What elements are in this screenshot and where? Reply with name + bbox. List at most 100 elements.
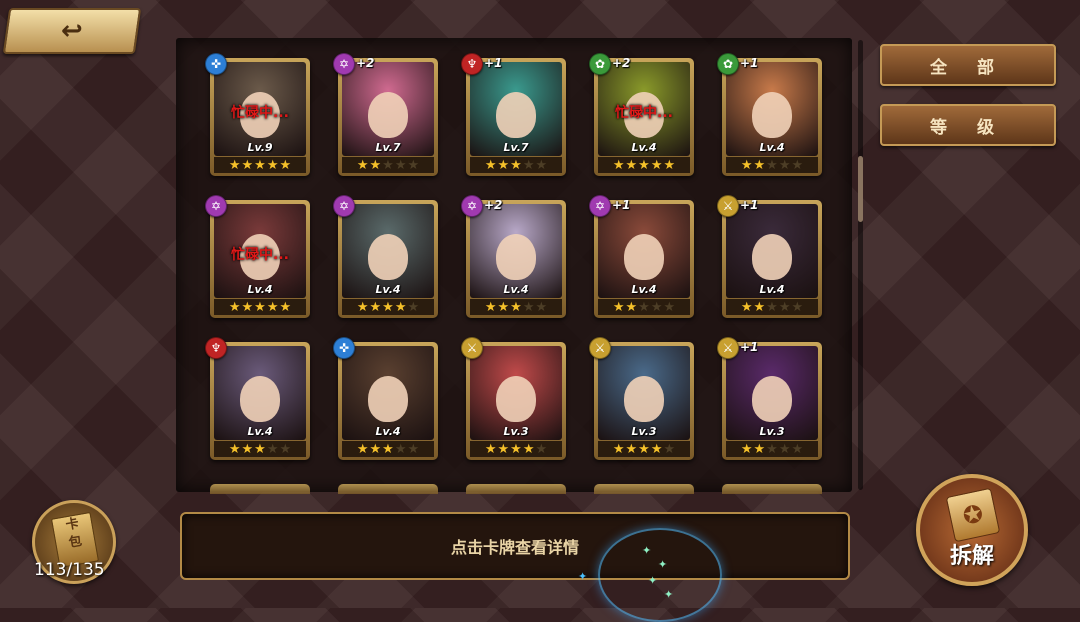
star-icon: ★: [740, 157, 753, 173]
star-icon: ★: [740, 299, 753, 315]
star-icon: ★: [510, 299, 522, 315]
hero-level: Lv.4: [503, 283, 529, 296]
hero-card-partial[interactable]: [338, 484, 438, 494]
flame-icon: ♆: [205, 337, 227, 359]
star-icon: ★: [279, 299, 292, 315]
hero-level: Lv.3: [503, 425, 529, 438]
star-icon: ★: [266, 299, 279, 315]
hero-level: Lv.4: [759, 141, 785, 154]
hero-face: [368, 234, 408, 280]
card-grid-scrollbar[interactable]: [858, 40, 863, 490]
star-icon: ★: [766, 441, 778, 457]
dismantle-cards-icon: ✪: [945, 487, 1001, 543]
card-grid-panel[interactable]: 忙碌中... Lv.9 ★ ★ ★ ★ ★ ✜ Lv.7 ★ ★ ★ ★ ★ ✡ +2 Lv.7 ★ ★ ★ ★ ★ ♆ +1…: [176, 38, 852, 492]
star-icon: ★: [778, 157, 791, 173]
hero-card[interactable]: 忙碌中... Lv.9 ★ ★ ★ ★ ★ ✜: [205, 53, 310, 176]
hero-card[interactable]: Lv.3 ★ ★ ★ ★ ★ ⚔: [589, 337, 694, 460]
hero-portrait: Lv.4: [726, 62, 818, 156]
enhance-level: +2: [612, 56, 631, 70]
hint-text: 点击卡牌查看详情: [450, 538, 579, 557]
hero-card[interactable]: 忙碌中... Lv.4 ★ ★ ★ ★ ★ ✿ +2: [589, 53, 694, 176]
star-icon: ★: [228, 441, 241, 457]
star-icon: ★: [394, 299, 407, 315]
star-icon: ★: [625, 441, 638, 457]
hero-card[interactable]: Lv.4 ★ ★ ★ ★ ★ ✡: [333, 195, 438, 318]
star-icon: ★: [484, 441, 497, 457]
star-icon: ★: [535, 299, 548, 315]
hero-card[interactable]: Lv.7 ★ ★ ★ ★ ★ ✡ +2: [333, 53, 438, 176]
star-rating: ★ ★ ★ ★ ★: [726, 157, 818, 173]
hero-level: Lv.9: [247, 141, 273, 154]
star-icon: ★: [266, 441, 279, 457]
hero-face: [496, 234, 536, 280]
busy-status: 忙碌中...: [231, 105, 289, 121]
hero-portrait: Lv.3: [726, 346, 818, 440]
back-button[interactable]: ↩: [2, 8, 142, 54]
star-icon: ★: [407, 157, 420, 173]
hero-portrait: Lv.4: [470, 204, 562, 298]
hero-level: Lv.7: [503, 141, 529, 154]
sort-level-button[interactable]: 等 级: [880, 104, 1056, 146]
filter-all-button[interactable]: 全 部: [880, 44, 1056, 86]
hero-card[interactable]: Lv.4 ★ ★ ★ ★ ★ ✜: [333, 337, 438, 460]
hero-card-partial[interactable]: [210, 484, 310, 494]
hero-card[interactable]: Lv.4 ★ ★ ★ ★ ★ ♆: [205, 337, 310, 460]
dismantle-button[interactable]: ✪ 拆解: [916, 474, 1028, 586]
star-rating: ★ ★ ★ ★ ★: [470, 157, 562, 173]
hero-card[interactable]: Lv.4 ★ ★ ★ ★ ★ ⚔ +1: [717, 195, 822, 318]
star-icon: ★: [650, 157, 663, 173]
hero-level: Lv.4: [631, 141, 657, 154]
sword-icon: ⚔: [717, 337, 739, 359]
star-icon: ★: [753, 157, 766, 173]
hero-level: Lv.7: [375, 141, 401, 154]
hero-portrait: Lv.4: [214, 346, 306, 440]
star-icon: ★: [382, 299, 394, 315]
scrollbar-thumb[interactable]: [858, 156, 863, 222]
star-icon: ★: [356, 299, 369, 315]
star-icon: ★: [650, 441, 663, 457]
enhance-level: +1: [740, 198, 759, 212]
star-icon: ★: [663, 441, 676, 457]
hero-card[interactable]: Lv.3 ★ ★ ★ ★ ★ ⚔: [461, 337, 566, 460]
star-icon: ★: [791, 157, 804, 173]
star-rating: ★ ★ ★ ★ ★: [598, 299, 690, 315]
hexagram-icon: ✡: [333, 53, 355, 75]
star-icon: ★: [740, 441, 753, 457]
star-icon: ★: [650, 299, 663, 315]
hero-face: [752, 234, 792, 280]
hero-face: [752, 92, 792, 138]
star-icon: ★: [382, 441, 394, 457]
enhance-level: +2: [484, 198, 503, 212]
star-icon: ★: [778, 441, 791, 457]
hero-card-partial[interactable]: [466, 484, 566, 494]
hero-card[interactable]: Lv.4 ★ ★ ★ ★ ★ ✡ +2: [461, 195, 566, 318]
hero-face: [368, 376, 408, 422]
star-icon: ★: [625, 299, 638, 315]
star-rating: ★ ★ ★ ★ ★: [726, 299, 818, 315]
hero-portrait: 忙碌中... Lv.4: [598, 62, 690, 156]
hero-card[interactable]: Lv.7 ★ ★ ★ ★ ★ ♆ +1: [461, 53, 566, 176]
star-icon: ★: [241, 441, 254, 457]
hero-portrait: Lv.3: [470, 346, 562, 440]
star-icon: ★: [279, 441, 292, 457]
star-rating: ★ ★ ★ ★ ★: [342, 441, 434, 457]
star-icon: ★: [254, 441, 266, 457]
star-icon: ★: [663, 299, 676, 315]
star-icon: ★: [382, 157, 394, 173]
hero-level: Lv.4: [631, 283, 657, 296]
hero-card[interactable]: Lv.4 ★ ★ ★ ★ ★ ✡ +1: [589, 195, 694, 318]
sword-icon: ⚔: [589, 337, 611, 359]
star-icon: ★: [753, 441, 766, 457]
hexagram-icon: ✡: [333, 195, 355, 217]
star-icon: ★: [356, 441, 369, 457]
hero-card-partial[interactable]: [594, 484, 694, 494]
hero-card[interactable]: 忙碌中... Lv.4 ★ ★ ★ ★ ★ ✡: [205, 195, 310, 318]
star-icon: ★: [535, 441, 548, 457]
star-rating: ★ ★ ★ ★ ★: [214, 299, 306, 315]
hero-card[interactable]: Lv.3 ★ ★ ★ ★ ★ ⚔ +1: [717, 337, 822, 460]
hero-level: Lv.4: [375, 425, 401, 438]
busy-status: 忙碌中...: [231, 247, 289, 263]
back-arrow-icon: ↩: [61, 16, 83, 46]
hero-card-partial[interactable]: [722, 484, 822, 494]
hero-card[interactable]: Lv.4 ★ ★ ★ ★ ★ ✿ +1: [717, 53, 822, 176]
